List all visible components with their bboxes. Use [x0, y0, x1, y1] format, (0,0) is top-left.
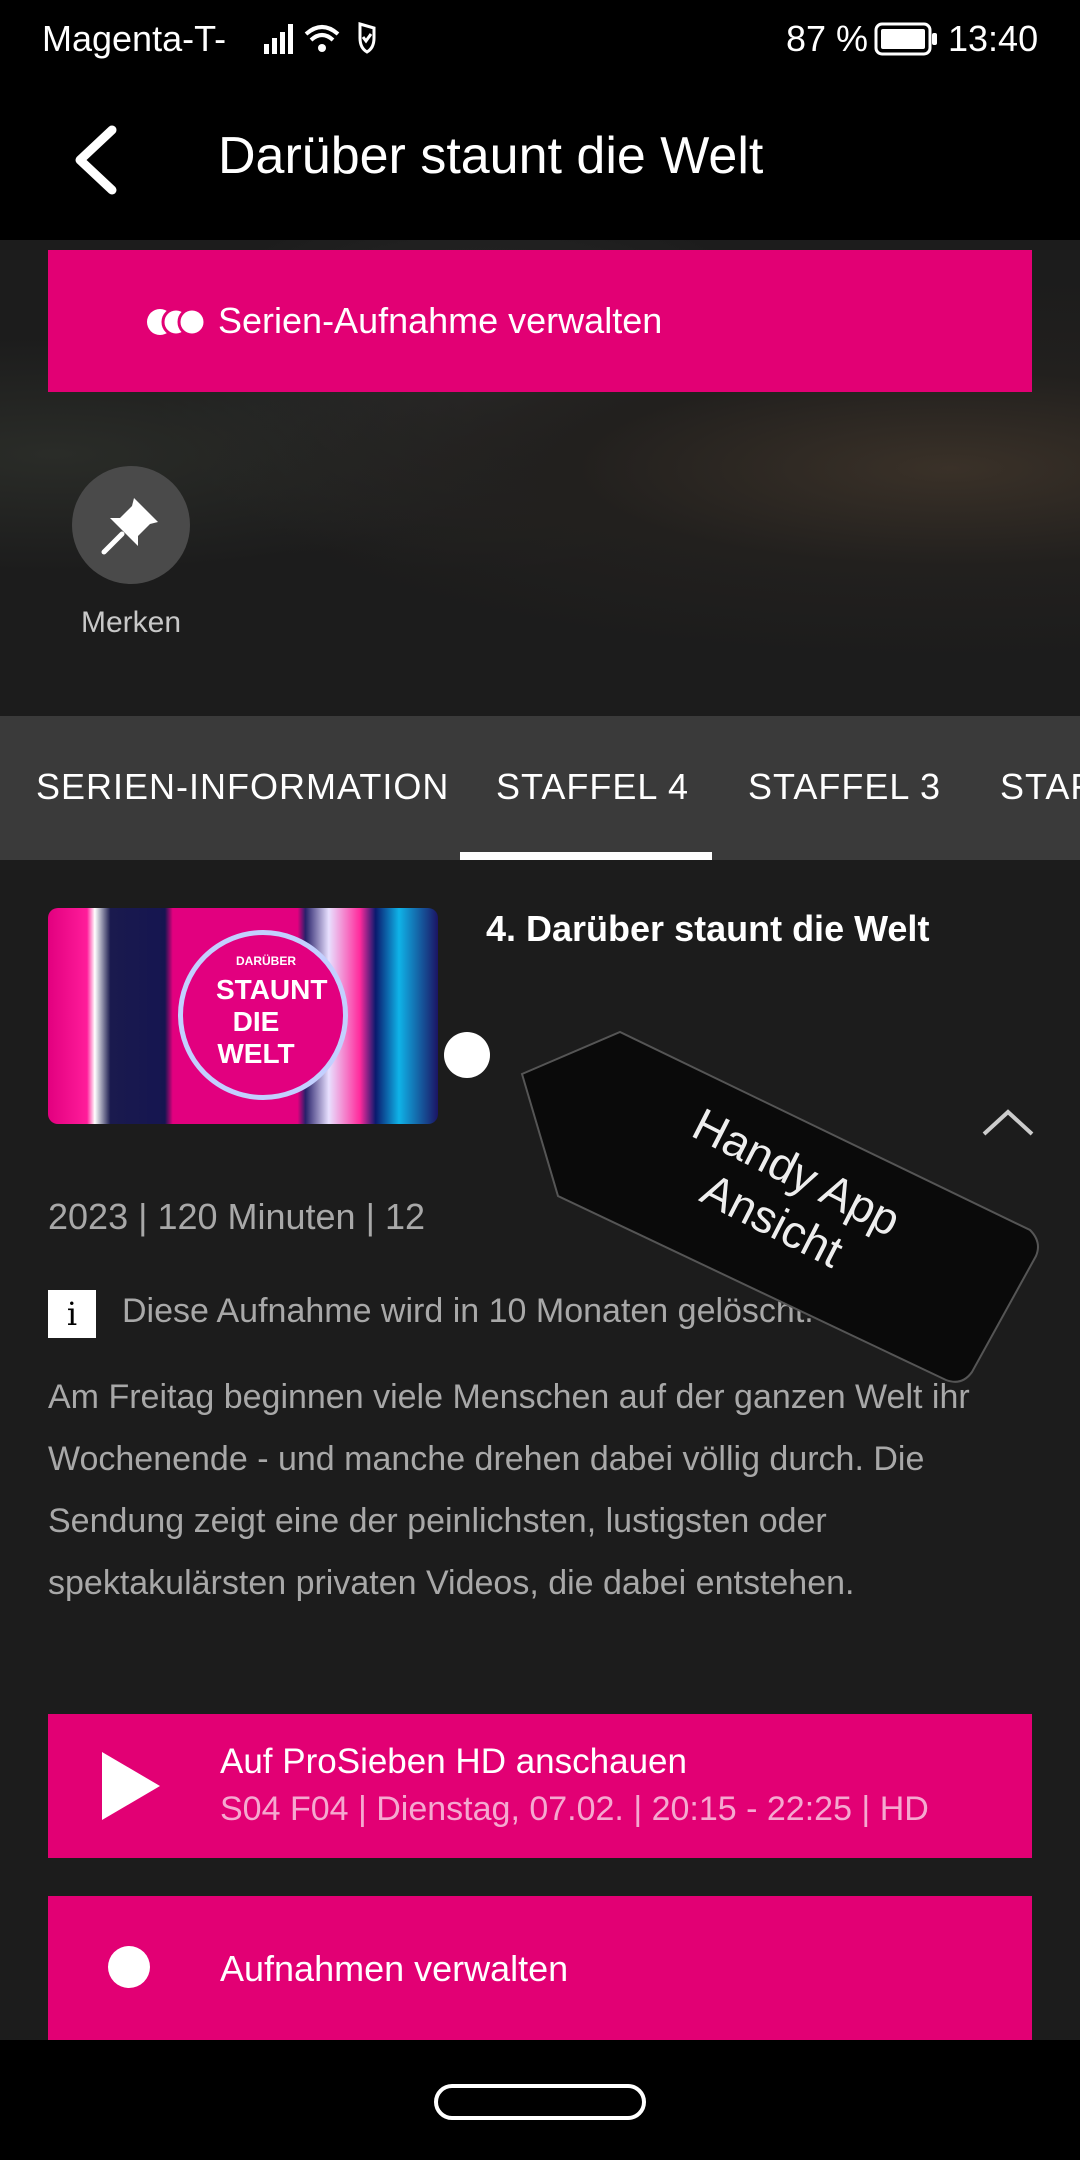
battery-icon	[874, 22, 937, 56]
tab-season-3[interactable]: STAFFEL 3	[748, 766, 941, 808]
watch-channel-label: Auf ProSieben HD anschauen	[220, 1742, 687, 1781]
series-record-icon	[147, 307, 207, 337]
watch-schedule-label: S04 F04 | Dienstag, 07.02. | 20:15 - 22:…	[220, 1790, 929, 1828]
app-bar: Darüber staunt die Welt	[0, 76, 1080, 240]
pin-icon	[101, 498, 158, 555]
manage-recordings-button[interactable]: Aufnahmen verwalten	[48, 1896, 1032, 2040]
series-recording-button[interactable]: Serien-Aufnahme verwalten	[48, 250, 1032, 392]
back-arrow-icon[interactable]	[66, 120, 138, 200]
system-nav-bar	[0, 2040, 1080, 2160]
info-icon: i	[48, 1290, 96, 1338]
carrier-name: Magenta-T-	[42, 18, 227, 59]
play-icon	[102, 1752, 160, 1820]
status-bar: Magenta-T- 87 % 13:40	[0, 0, 1080, 76]
thumbnail-text-big: STAUNT DIE WELT	[216, 974, 328, 1069]
thumbnail-text-small: DARÜBER	[236, 954, 296, 968]
battery-percentage: 87 %	[786, 18, 869, 59]
clock: 13:40	[948, 18, 1039, 59]
watchlist-label: Merken	[80, 606, 182, 639]
tab-season-more[interactable]: STAFFEL	[1000, 766, 1080, 808]
watchlist-button[interactable]	[72, 466, 190, 584]
page-title: Darüber staunt die Welt	[218, 127, 764, 185]
tab-season-4[interactable]: STAFFEL 4	[496, 766, 689, 808]
record-icon	[108, 1946, 150, 1988]
episode-title: 4. Darüber staunt die Welt	[486, 908, 930, 949]
home-gesture-pill[interactable]	[434, 2084, 646, 2120]
episode-description: Am Freitag beginnen viele Menschen auf d…	[48, 1378, 970, 1602]
signal-wifi-shield-icons	[264, 22, 376, 54]
series-recording-label: Serien-Aufnahme verwalten	[218, 300, 663, 341]
watch-live-button[interactable]: Auf ProSieben HD anschauen S04 F04 | Die…	[48, 1714, 1032, 1858]
manage-recordings-label: Aufnahmen verwalten	[220, 1948, 569, 1989]
sticker-hole-dot	[444, 1032, 490, 1078]
tab-bar: SERIEN-INFORMATION STAFFEL 4 STAFFEL 3 S…	[0, 716, 1080, 860]
tab-series-information[interactable]: SERIEN-INFORMATION	[36, 766, 449, 808]
episode-meta: 2023 | 120 Minuten | 12	[48, 1196, 425, 1237]
active-tab-indicator	[460, 852, 712, 860]
handy-app-sticker: Handy App Ansicht	[502, 1030, 1062, 1386]
episode-thumbnail[interactable]: DARÜBER STAUNT DIE WELT	[48, 908, 438, 1124]
